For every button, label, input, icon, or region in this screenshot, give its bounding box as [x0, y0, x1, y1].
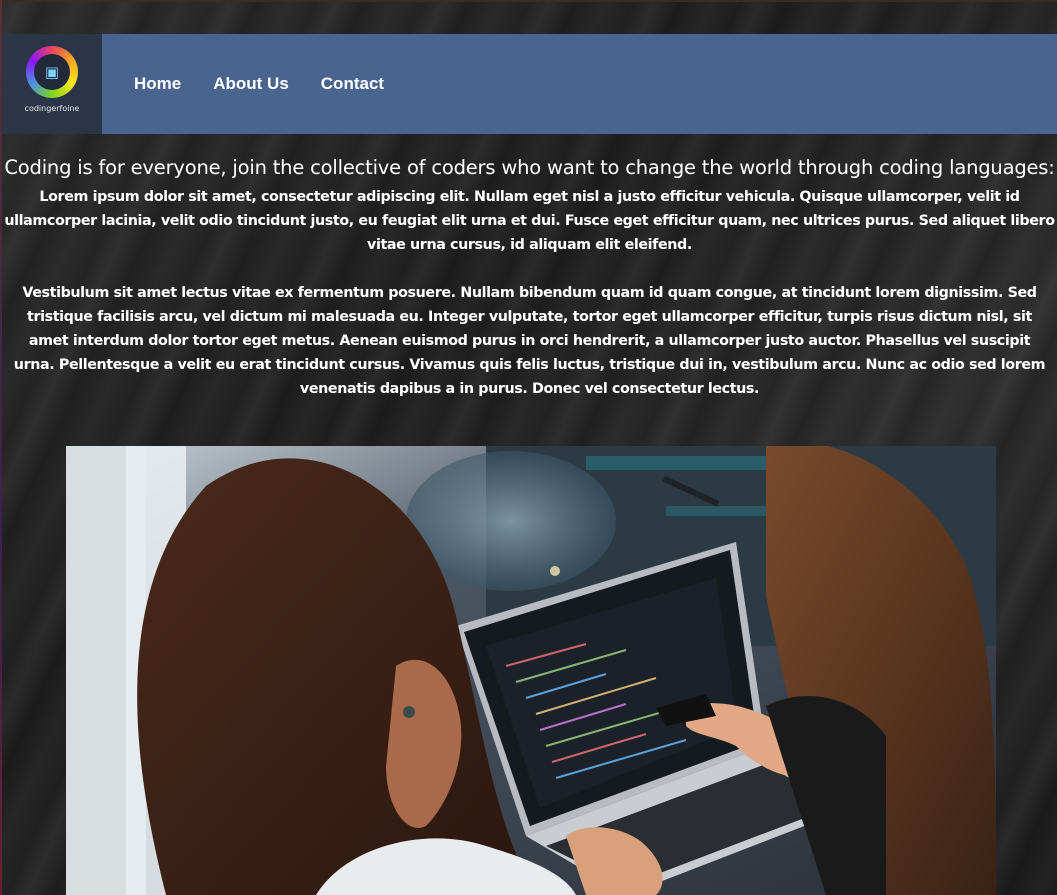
logo-ring-icon: ▣: [26, 45, 78, 98]
window-top-border: [0, 0, 1057, 2]
logo-wordmark: codingerfoine: [24, 103, 80, 113]
nav-link-home[interactable]: Home: [134, 74, 181, 94]
window-left-border: [0, 0, 2, 895]
second-paragraph: Vestibulum sit amet lectus vitae ex ferm…: [13, 285, 1046, 397]
nav-link-contact[interactable]: Contact: [321, 74, 384, 94]
nav-link-about-us[interactable]: About Us: [213, 74, 289, 94]
navbar: ▣ codingerfoine Home About Us Contact: [2, 34, 1057, 134]
intro-paragraph: Lorem ipsum dolor sit amet, consectetur …: [4, 189, 1055, 253]
main-nav: Home About Us Contact: [134, 74, 384, 94]
page-headline: Coding is for everyone, join the collect…: [4, 156, 1055, 179]
hero-photo: [66, 446, 996, 895]
main-content: Coding is for everyone, join the collect…: [2, 152, 1057, 401]
logo-cube-icon: ▣: [34, 53, 70, 90]
site-logo[interactable]: ▣ codingerfoine: [2, 34, 102, 134]
